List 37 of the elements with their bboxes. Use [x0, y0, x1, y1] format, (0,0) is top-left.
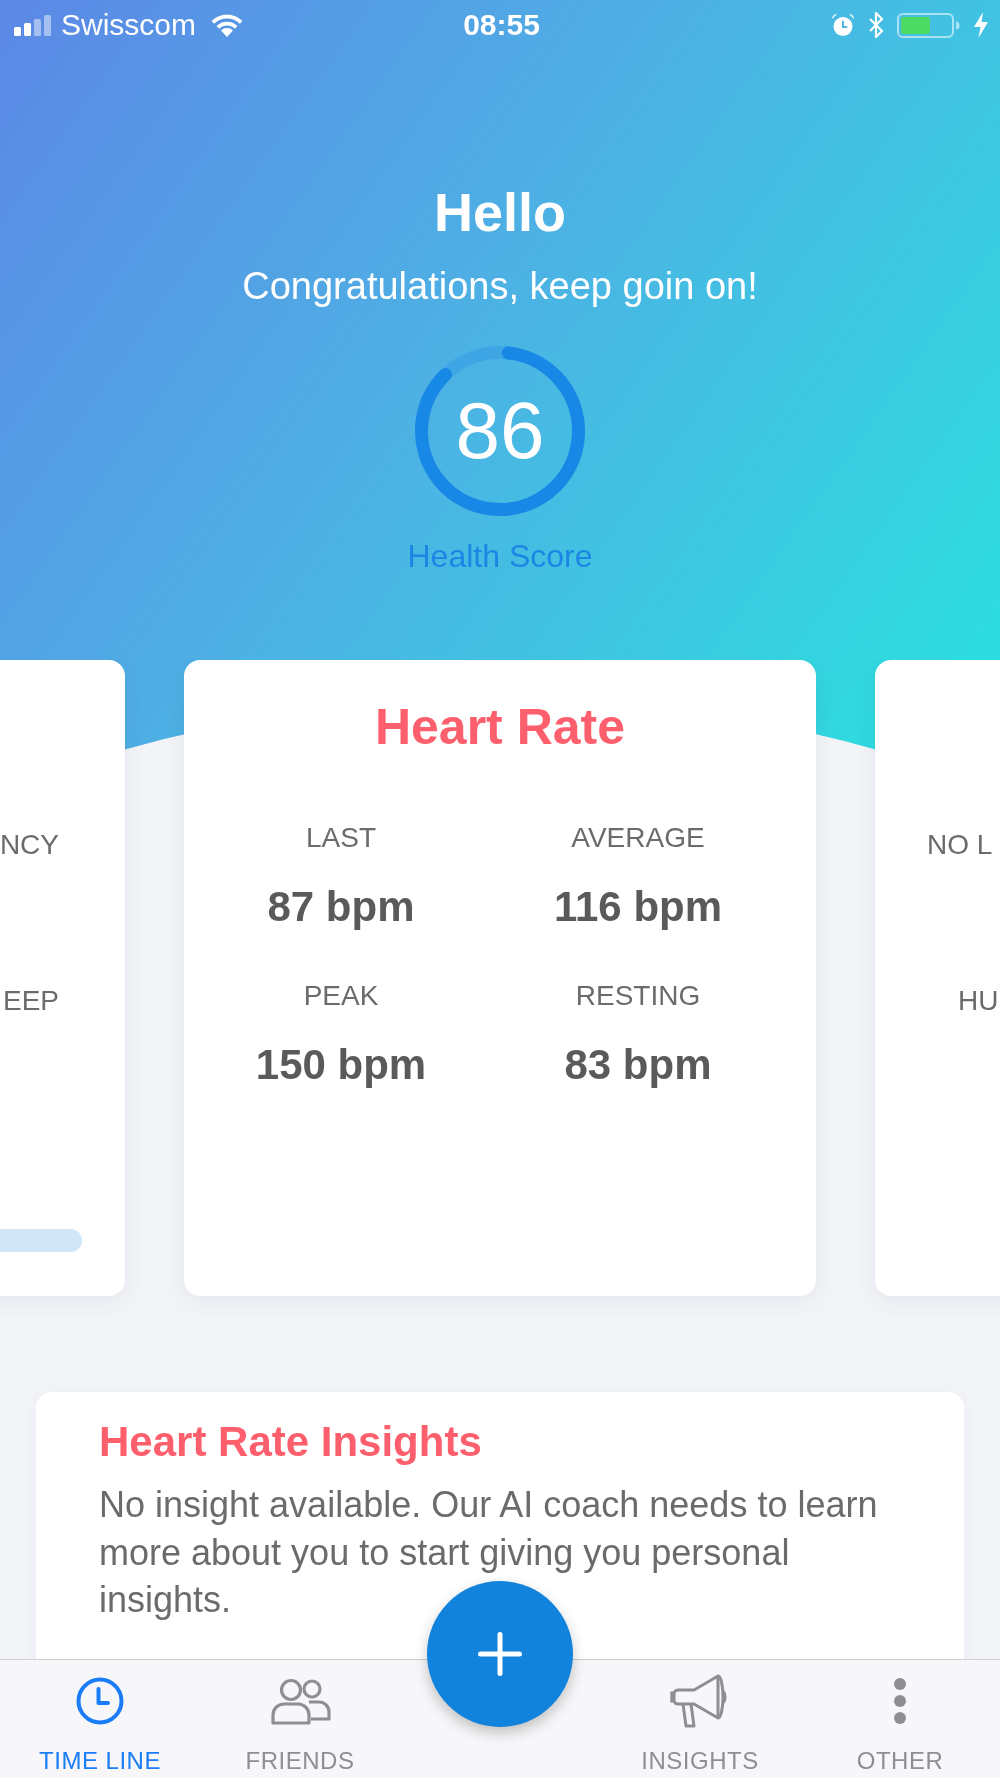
tab[interactable]: INSIGHTS — [600, 1660, 800, 1778]
stat-value: 83 bpm — [564, 1040, 712, 1090]
vertical-dots-icon — [893, 1677, 907, 1725]
status-time: 08:55 — [463, 7, 540, 43]
stat-value: 116 bpm — [553, 882, 723, 932]
stat-card[interactable]: NCY EEP — [0, 660, 125, 1296]
tab[interactable]: TIME LINE — [0, 1660, 200, 1778]
carrier-name: Swisscom — [61, 7, 196, 43]
charging-bolt-icon — [973, 12, 989, 38]
stat-label: LAST — [306, 821, 376, 855]
signal-icon — [14, 14, 52, 36]
stat-label: HU — [958, 984, 999, 1018]
battery-icon — [897, 12, 960, 38]
health-score-value: 86 — [455, 391, 545, 471]
stat-value: 150 bpm — [255, 1040, 427, 1090]
two-people-icon — [269, 1677, 331, 1725]
stat-label: EEP — [2, 984, 59, 1018]
plus-icon — [478, 1632, 522, 1676]
tab[interactable]: OTHER — [800, 1660, 1000, 1778]
stat-card[interactable]: Heart Rate LAST 87 bpm AVERAGE 116 bpm PEAK 150 bpm RESTING 83 bpm — [184, 660, 816, 1296]
stat-label: AVERAGE — [571, 821, 705, 855]
stat-label: RESTING — [575, 979, 701, 1013]
greeting-title: Hello — [434, 182, 566, 242]
card-title: Heart Rate — [374, 699, 626, 755]
insight-text: No insight available. Our AI coach needs to learn more about you to start giving you personal insights. — [99, 1483, 879, 1622]
clock-icon — [76, 1677, 124, 1725]
bluetooth-icon — [868, 12, 884, 38]
stat-label: NCY — [0, 828, 59, 862]
alarm-clock-icon — [831, 13, 855, 37]
wifi-icon — [210, 13, 244, 37]
insight-title: Heart Rate Insights — [99, 1418, 483, 1466]
greeting-message: Congratulations, keep goin on! — [242, 264, 758, 308]
stat-label: PEAK — [303, 979, 379, 1013]
stat-card[interactable]: NO L HU — [875, 660, 1000, 1296]
tab[interactable]: FRIENDS — [200, 1660, 400, 1778]
stat-label: NO L — [927, 828, 993, 862]
stat-value: 87 bpm — [267, 882, 415, 932]
